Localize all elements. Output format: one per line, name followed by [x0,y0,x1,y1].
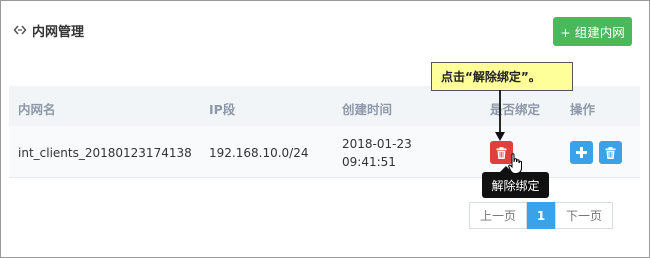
add-button[interactable] [570,141,593,164]
column-header-created: 创建时间 [342,102,393,117]
trash-icon [496,146,507,159]
panel-title: 内网管理 [13,21,85,40]
cell-network-name: int_clients_20180123174138 [18,146,192,160]
create-network-button[interactable]: + 组建内网 [553,17,632,46]
instruction-callout: 点击“解除绑定”。 [431,62,573,91]
cell-created-time: 09:41:51 [342,155,396,169]
panel-title-text: 内网管理 [32,24,85,40]
pagination: 上一页 1 下一页 [469,202,613,229]
unbind-tooltip: 解除绑定 [482,166,549,198]
link-icon [13,25,27,35]
column-header-name: 内网名 [18,102,56,117]
prev-page-button[interactable]: 上一页 [469,202,527,229]
column-header-actions: 操作 [570,102,596,117]
plus-icon [576,147,587,158]
cell-ip-range: 192.168.10.0/24 [209,146,309,160]
cell-created-date: 2018-01-23 [342,137,412,151]
hand-cursor-icon [508,153,522,174]
page-1-button[interactable]: 1 [527,202,555,229]
column-header-ip: IP段 [209,102,236,117]
next-page-button[interactable]: 下一页 [555,202,613,229]
delete-button[interactable] [599,141,622,164]
callout-arrow [495,90,505,141]
table-header [9,86,640,126]
trash-icon [605,146,616,159]
